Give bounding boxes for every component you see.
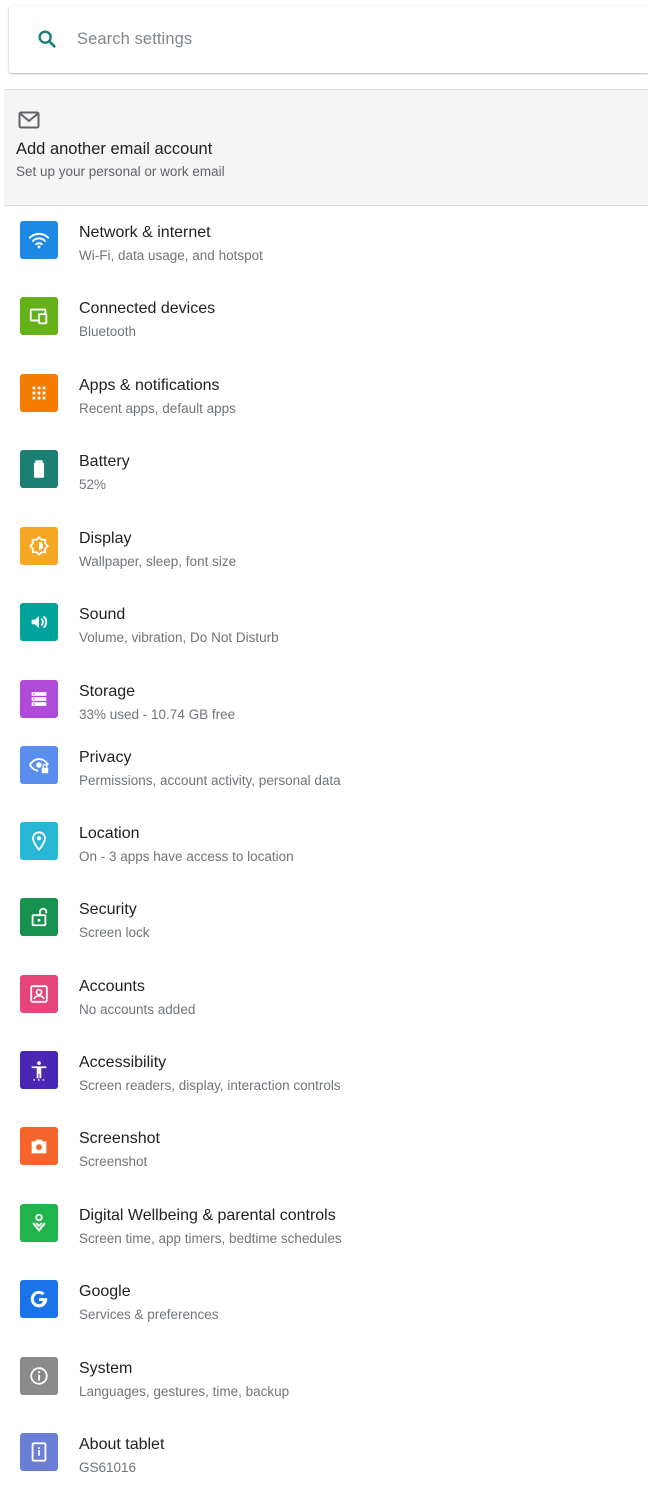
settings-item-about-tablet[interactable]: About tablet GS61016 [0,1433,648,1503]
settings-item-system[interactable]: System Languages, gestures, time, backup [0,1357,648,1427]
settings-item-screenshot[interactable]: Screenshot Screenshot [0,1127,648,1197]
settings-item-summary: Wallpaper, sleep, font size [79,554,237,569]
settings-item-label: Google [79,1283,131,1300]
settings-item-label: Battery [79,453,130,470]
settings-item-label: Connected devices [79,300,216,317]
account-icon [20,975,58,1013]
wifi-icon [20,221,58,259]
settings-item-privacy[interactable]: Privacy Permissions, account activity, pe… [0,746,648,816]
settings-item-label: Accessibility [79,1054,167,1071]
settings-item-label: Digital Wellbeing & parental controls [79,1207,336,1224]
settings-item-summary: Bluetooth [79,324,137,339]
settings-item-summary: On - 3 apps have access to location [79,849,294,864]
info-icon [20,1357,58,1395]
settings-item-display[interactable]: Display Wallpaper, sleep, font size [0,527,648,597]
search-icon [38,30,56,48]
settings-item-sound[interactable]: Sound Volume, vibration, Do Not Disturb [0,603,648,673]
settings-item-location[interactable]: Location On - 3 apps have access to locat… [0,822,648,892]
settings-item-label: Storage [79,683,136,700]
lock-icon [20,898,58,936]
settings-item-summary: 33% used - 10.74 GB free [79,707,236,722]
apps-grid-icon [20,374,58,412]
settings-item-apps-notifications[interactable]: Apps & notifications Recent apps, default… [0,374,648,444]
add-email-suggestion-card[interactable]: Add another email account Set up your pe… [4,89,648,206]
brightness-icon [20,527,58,565]
settings-item-summary: Screen readers, display, interaction con… [79,1078,341,1093]
settings-item-summary: Services & preferences [79,1307,219,1322]
settings-item-connected-devices[interactable]: Connected devices Bluetooth [0,297,648,367]
settings-item-summary: GS61016 [79,1460,137,1475]
volume-icon [20,603,58,641]
settings-item-summary: Languages, gestures, time, backup [79,1384,290,1399]
settings-item-network-internet[interactable]: Network & internet Wi-Fi, data usage, and… [0,221,648,291]
mail-icon [18,111,40,129]
settings-item-summary: Recent apps, default apps [79,401,236,416]
settings-item-summary: 52% [79,477,107,492]
settings-item-label: Accounts [79,978,145,995]
suggestion-title: Add another email account [16,140,213,158]
settings-item-summary: Volume, vibration, Do Not Disturb [79,630,279,645]
settings-item-label: Screenshot [79,1130,160,1147]
privacy-eye-icon [20,746,58,784]
accessibility-icon [20,1051,58,1089]
camera-icon [20,1127,58,1165]
settings-item-summary: Screenshot [79,1154,148,1169]
settings-item-security[interactable]: Security Screen lock [0,898,648,968]
search-bar[interactable]: Search settings [9,6,648,73]
settings-item-label: Apps & notifications [79,377,220,394]
settings-item-storage[interactable]: Storage 33% used - 10.74 GB free [0,680,648,750]
settings-item-digital-wellbeing-parental-controls[interactable]: Digital Wellbeing & parental controls Scr… [0,1204,648,1274]
google-icon [20,1280,58,1318]
suggestion-subtitle: Set up your personal or work email [16,164,225,179]
settings-item-summary: No accounts added [79,1002,196,1017]
settings-item-accessibility[interactable]: Accessibility Screen readers, display, in… [0,1051,648,1121]
settings-item-accounts[interactable]: Accounts No accounts added [0,975,648,1045]
search-placeholder: Search settings [77,30,193,48]
settings-item-label: System [79,1360,133,1377]
settings-item-label: Sound [79,606,126,623]
settings-item-label: About tablet [79,1436,165,1453]
settings-item-summary: Permissions, account activity, personal … [79,773,341,788]
settings-item-label: Location [79,825,140,842]
battery-icon [20,450,58,488]
tablet-icon [20,1433,58,1471]
settings-item-label: Display [79,530,132,547]
settings-item-summary: Wi-Fi, data usage, and hotspot [79,248,263,263]
settings-item-summary: Screen time, app timers, bedtime schedul… [79,1231,342,1246]
storage-icon [20,680,58,718]
location-pin-icon [20,822,58,860]
wellbeing-icon [20,1204,58,1242]
settings-item-label: Security [79,901,137,918]
settings-item-google[interactable]: Google Services & preferences [0,1280,648,1350]
settings-item-summary: Screen lock [79,925,150,940]
devices-icon [20,297,58,335]
settings-item-battery[interactable]: Battery 52% [0,450,648,520]
settings-item-label: Network & internet [79,224,211,241]
settings-item-label: Privacy [79,749,132,766]
